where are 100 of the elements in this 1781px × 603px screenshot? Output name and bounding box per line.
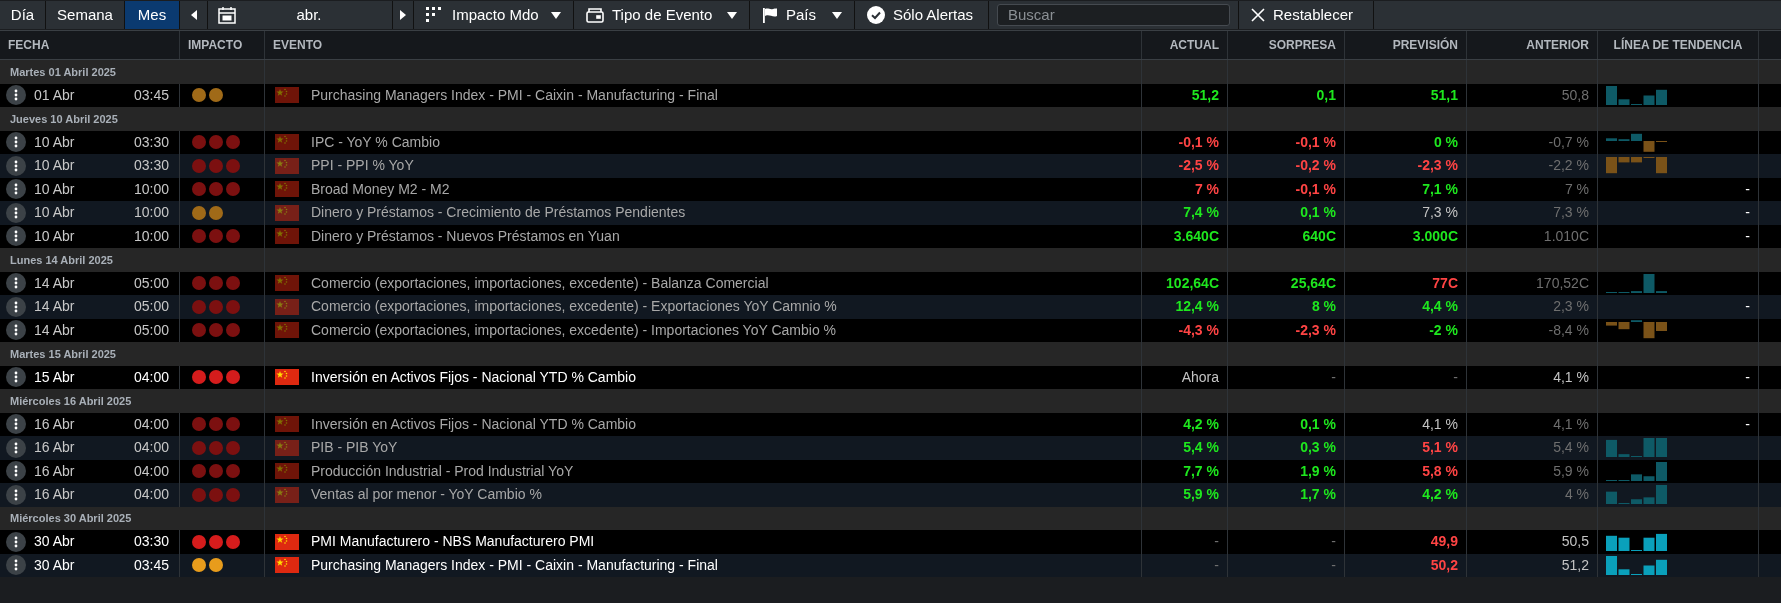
surprise-value: 0,1 %: [1300, 203, 1336, 223]
event-time: 05:00: [133, 297, 169, 317]
previous-value: 4 %: [1564, 485, 1589, 505]
previous-value: 170,52C: [1536, 273, 1589, 293]
forecast-value: 7,3 %: [1422, 203, 1458, 223]
event-row[interactable]: 10 Abr 03:30 PPI - PPI % YoY -2,5 % -0,2 % -2,3 % -2,2 %: [0, 154, 1781, 178]
column-header[interactable]: IMPACTO: [188, 36, 243, 54]
previous-value: -0,7 %: [1548, 132, 1589, 152]
date-group-label: Lunes 14 Abril 2025: [10, 252, 113, 268]
forecast-value: 5,8 %: [1422, 461, 1458, 481]
event-date: 16 Abr: [34, 461, 75, 481]
previous-value: -2,2 %: [1548, 156, 1589, 176]
event-date: 14 Abr: [34, 320, 75, 340]
event-time: 04:00: [133, 414, 169, 434]
event-date: 14 Abr: [34, 297, 75, 317]
search-field[interactable]: Buscar: [997, 4, 1230, 26]
period-field[interactable]: abr.: [208, 1, 393, 29]
reset-button[interactable]: Restablecer: [1239, 1, 1374, 29]
filter-dropdown[interactable]: Tipo de Evento: [574, 1, 750, 29]
event-time: 04:00: [133, 461, 169, 481]
column-header[interactable]: LÍNEA DE TENDENCIA: [1613, 36, 1743, 54]
actual-value: -4,3 %: [1178, 320, 1219, 340]
event-time: 04:00: [133, 438, 169, 458]
view-tab[interactable]: Día: [0, 1, 46, 29]
date-group-label: Martes 15 Abril 2025: [10, 346, 116, 362]
date-group-label: Miércoles 16 Abril 2025: [10, 393, 132, 409]
event-row[interactable]: 16 Abr 04:00 Inversión en Activos Fijos - Nacional YTD % Cambio 4,2 % 0,1 % 4,1 % 4,1 % -: [0, 412, 1781, 436]
event-name: Purchasing Managers Index - PMI - Caixin - Manufacturing - Final: [311, 85, 718, 105]
column-header[interactable]: PREVISIÓN: [1392, 36, 1458, 54]
actual-value: -2,5 %: [1178, 156, 1219, 176]
event-row[interactable]: 14 Abr 05:00 Comercio (exportaciones, importaciones, excedente) - Importaciones YoY Cambio % -4,3 % -2,3 % -2 % -8,4 %: [0, 318, 1781, 342]
event-row[interactable]: 16 Abr 04:00 Producción Industrial - Prod Industrial YoY 7,7 % 1,9 % 5,8 % 5,9 %: [0, 459, 1781, 483]
forecast-value: 3.000C: [1412, 226, 1458, 246]
event-name: PMI Manufacturero - NBS Manufacturero PMI: [311, 532, 595, 552]
event-row[interactable]: 30 Abr 03:30 PMI Manufacturero - NBS Manufacturero PMI - - 49,9 50,5: [0, 530, 1781, 554]
filter-dropdown[interactable]: Impacto Mdo: [414, 1, 574, 29]
event-date: 30 Abr: [34, 532, 75, 552]
event-row[interactable]: 14 Abr 05:00 Comercio (exportaciones, importaciones, excedente) - Balanza Comercial 102,64C 25,64C 77C 170,52C: [0, 271, 1781, 295]
event-time: 10:00: [133, 179, 169, 199]
event-date: 10 Abr: [34, 156, 75, 176]
surprise-value: -: [1331, 555, 1336, 575]
event-name: Dinero y Préstamos - Crecimiento de Préstamos Pendientes: [311, 203, 686, 223]
event-time: 04:00: [133, 485, 169, 505]
event-name: Producción Industrial - Prod Industrial YoY: [311, 461, 574, 481]
surprise-value: -0,2 %: [1295, 156, 1336, 176]
column-header[interactable]: SORPRESA: [1268, 36, 1336, 54]
actual-value: Ahora: [1181, 367, 1219, 387]
previous-value: 50,5: [1561, 532, 1589, 552]
event-time: 03:30: [133, 532, 169, 552]
surprise-value: 8 %: [1311, 297, 1336, 317]
event-row[interactable]: 14 Abr 05:00 Comercio (exportaciones, importaciones, excedente) - Exportaciones YoY Camnio % 12,4 % 8 % 4,4 % 2,3 % -: [0, 295, 1781, 319]
actual-value: 12,4 %: [1175, 297, 1219, 317]
actual-value: 51,2: [1191, 85, 1219, 105]
event-date: 10 Abr: [34, 203, 75, 223]
previous-value: 4,1 %: [1553, 414, 1589, 434]
trend-empty: -: [1745, 226, 1750, 246]
event-date: 30 Abr: [34, 555, 75, 575]
trend-empty: -: [1745, 367, 1750, 387]
surprise-value: -0,1 %: [1295, 179, 1336, 199]
event-date: 10 Abr: [34, 226, 75, 246]
actual-value: -: [1214, 532, 1219, 552]
event-row[interactable]: 01 Abr 03:45 Purchasing Managers Index - PMI - Caixin - Manufacturing - Final 51,2 0,1 51,1 50,8: [0, 83, 1781, 107]
view-tab[interactable]: Semana: [46, 1, 125, 29]
column-header[interactable]: ACTUAL: [1169, 36, 1219, 54]
forecast-value: 77C: [1432, 273, 1458, 293]
event-name: IPC - YoY % Cambio: [311, 132, 440, 152]
event-name: Ventas al por menor - YoY Cambio %: [311, 485, 542, 505]
previous-value: 50,8: [1561, 85, 1589, 105]
event-date: 16 Abr: [34, 438, 75, 458]
date-group-label: Martes 01 Abril 2025: [10, 64, 116, 80]
event-time: 10:00: [133, 226, 169, 246]
actual-value: 102,64C: [1166, 273, 1219, 293]
view-tab[interactable]: Mes: [125, 1, 180, 29]
event-date: 10 Abr: [34, 132, 75, 152]
previous-value: 2,3 %: [1553, 297, 1589, 317]
event-name: Comercio (exportaciones, importaciones, excedente) - Balanza Comercial: [311, 273, 769, 293]
surprise-value: 1,7 %: [1300, 485, 1336, 505]
event-time: 10:00: [133, 203, 169, 223]
event-row[interactable]: 16 Abr 04:00 Ventas al por menor - YoY Cambio % 5,9 % 1,7 % 4,2 % 4 %: [0, 483, 1781, 507]
forecast-value: 4,1 %: [1422, 414, 1458, 434]
event-row[interactable]: 10 Abr 03:30 IPC - YoY % Cambio -0,1 % -0,1 % 0 % -0,7 %: [0, 130, 1781, 154]
event-row[interactable]: 10 Abr 10:00 Dinero y Préstamos - Crecimiento de Préstamos Pendientes 7,4 % 0,1 % 7,3 % 7,3 % -: [0, 201, 1781, 225]
forecast-value: 5,1 %: [1422, 438, 1458, 458]
event-row[interactable]: 10 Abr 10:00 Broad Money M2 - M2 7 % -0,1 % 7,1 % 7 % -: [0, 177, 1781, 201]
column-header[interactable]: EVENTO: [273, 36, 323, 54]
alerts-toggle[interactable]: Sólo Alertas: [855, 1, 989, 29]
event-row[interactable]: 30 Abr 03:45 Purchasing Managers Index - PMI - Caixin - Manufacturing - Final - - 50,2 51,2: [0, 553, 1781, 577]
date-group-label: Miércoles 30 Abril 2025: [10, 511, 132, 526]
filter-dropdown[interactable]: País: [750, 1, 855, 29]
event-row[interactable]: 10 Abr 10:00 Dinero y Préstamos - Nuevos Préstamos en Yuan 3.640C 640C 3.000C 1.010C -: [0, 224, 1781, 248]
event-name: Inversión en Activos Fijos - Nacional YTD % Cambio: [311, 367, 636, 387]
column-header[interactable]: FECHA: [8, 36, 50, 54]
column-header[interactable]: ANTERIOR: [1526, 36, 1589, 54]
actual-value: 3.640C: [1173, 226, 1219, 246]
event-name: Inversión en Activos Fijos - Nacional YTD % Cambio: [311, 414, 636, 434]
event-row[interactable]: 16 Abr 04:00 PIB - PIB YoY 5,4 % 0,3 % 5,1 % 5,4 %: [0, 436, 1781, 460]
surprise-value: 25,64C: [1290, 273, 1336, 293]
event-name: Broad Money M2 - M2: [311, 179, 450, 199]
event-row[interactable]: 15 Abr 04:00 Inversión en Activos Fijos - Nacional YTD % Cambio Ahora - - 4,1 % -: [0, 365, 1781, 389]
surprise-value: 0,1 %: [1300, 414, 1336, 434]
